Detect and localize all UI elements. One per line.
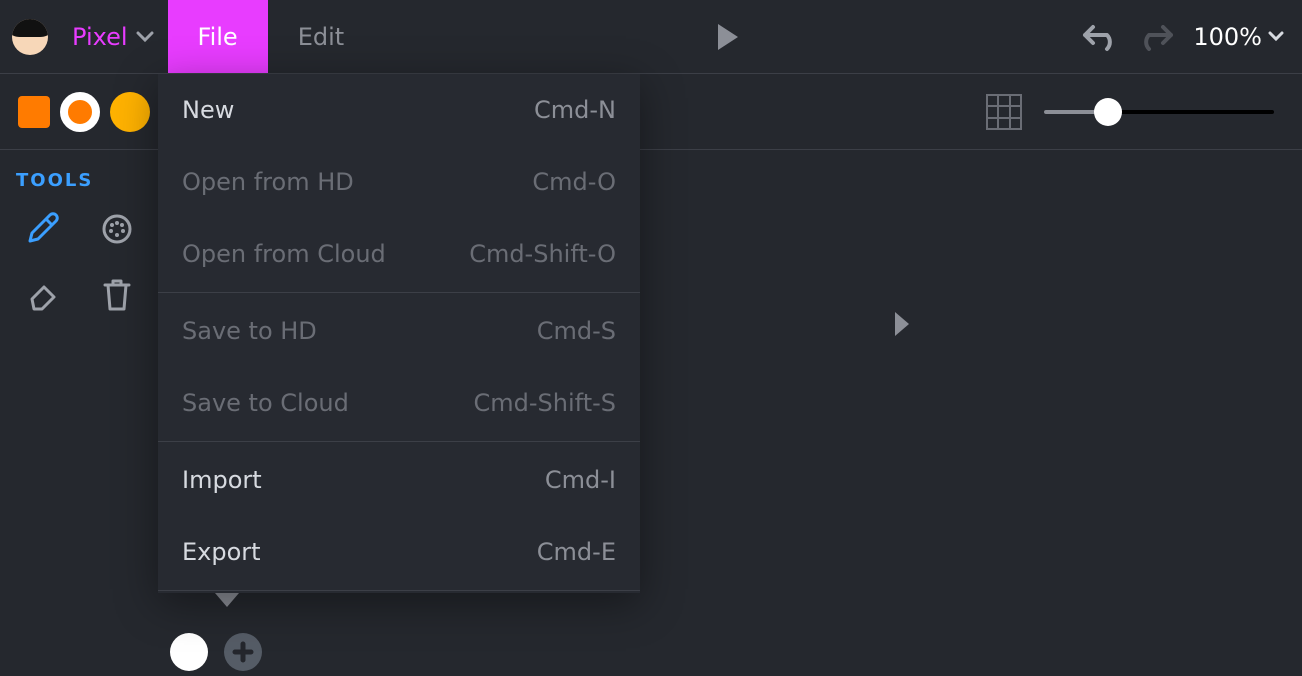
menu-item-shortcut: Cmd-Shift-S [474, 389, 616, 417]
menu-item-shortcut: Cmd-O [532, 168, 616, 196]
menu-separator [158, 292, 640, 293]
color-swatch-primary[interactable] [18, 96, 50, 128]
menu-separator [158, 590, 640, 591]
menu-item-label: Save to Cloud [182, 389, 349, 417]
chevron-down-icon [1268, 31, 1284, 42]
menu-item-open-from-cloud: Open from Cloud Cmd-Shift-O [158, 218, 640, 290]
menu-file-label: File [198, 23, 238, 51]
zoom-label: 100% [1193, 23, 1262, 51]
next-frame-arrow-icon[interactable] [892, 310, 912, 338]
menu-item-shortcut: Cmd-E [537, 538, 616, 566]
menu-item-label: Open from HD [182, 168, 354, 196]
eraser-tool[interactable] [18, 275, 65, 315]
sidebar-heading: TOOLS [16, 170, 144, 191]
spray-tool[interactable] [93, 209, 140, 249]
frame-thumb[interactable] [170, 633, 208, 671]
menu-file[interactable]: File [168, 0, 268, 73]
mode-selector[interactable]: Pixel [58, 0, 168, 73]
redo-icon[interactable] [1137, 22, 1175, 52]
menu-item-shortcut: Cmd-I [545, 466, 616, 494]
menu-item-open-from-hd: Open from HD Cmd-O [158, 146, 640, 218]
grid-toggle-icon[interactable] [986, 94, 1022, 130]
slider-knob[interactable] [1094, 98, 1122, 126]
color-swatch-ring[interactable] [60, 92, 100, 132]
tool-sidebar: TOOLS [0, 150, 158, 676]
undo-icon[interactable] [1081, 22, 1119, 52]
color-swatch-secondary[interactable] [110, 92, 150, 132]
menu-item-shortcut: Cmd-S [537, 317, 616, 345]
menu-item-new[interactable]: New Cmd-N [158, 74, 640, 146]
file-dropdown: New Cmd-N Open from HD Cmd-O Open from Cloud… [158, 74, 640, 593]
menu-item-shortcut: Cmd-N [534, 96, 616, 124]
menu-item-label: New [182, 96, 234, 124]
menu-item-label: Export [182, 538, 261, 566]
expand-down-arrow-icon[interactable] [213, 590, 241, 610]
trash-tool[interactable] [93, 275, 140, 315]
add-frame-button[interactable] [224, 633, 262, 671]
menu-item-import[interactable]: Import Cmd-I [158, 444, 640, 516]
menu-item-label: Import [182, 466, 262, 494]
zoom-slider[interactable] [1044, 110, 1274, 114]
chevron-down-icon [136, 31, 154, 43]
menu-edit-label: Edit [298, 23, 344, 51]
menu-item-save-to-cloud: Save to Cloud Cmd-Shift-S [158, 367, 640, 439]
menubar: Pixel File Edit 100% [0, 0, 1302, 74]
zoom-control[interactable]: 100% [1193, 23, 1284, 51]
menu-item-export[interactable]: Export Cmd-E [158, 516, 640, 588]
menu-item-save-to-hd: Save to HD Cmd-S [158, 295, 640, 367]
frame-timeline [170, 628, 1302, 676]
menu-item-label: Open from Cloud [182, 240, 386, 268]
avatar[interactable] [12, 19, 48, 55]
menu-edit[interactable]: Edit [268, 0, 374, 73]
pencil-tool[interactable] [18, 209, 65, 249]
menu-item-label: Save to HD [182, 317, 317, 345]
play-icon[interactable] [715, 22, 741, 52]
mode-label: Pixel [72, 23, 128, 51]
menu-item-shortcut: Cmd-Shift-O [469, 240, 616, 268]
menu-separator [158, 441, 640, 442]
